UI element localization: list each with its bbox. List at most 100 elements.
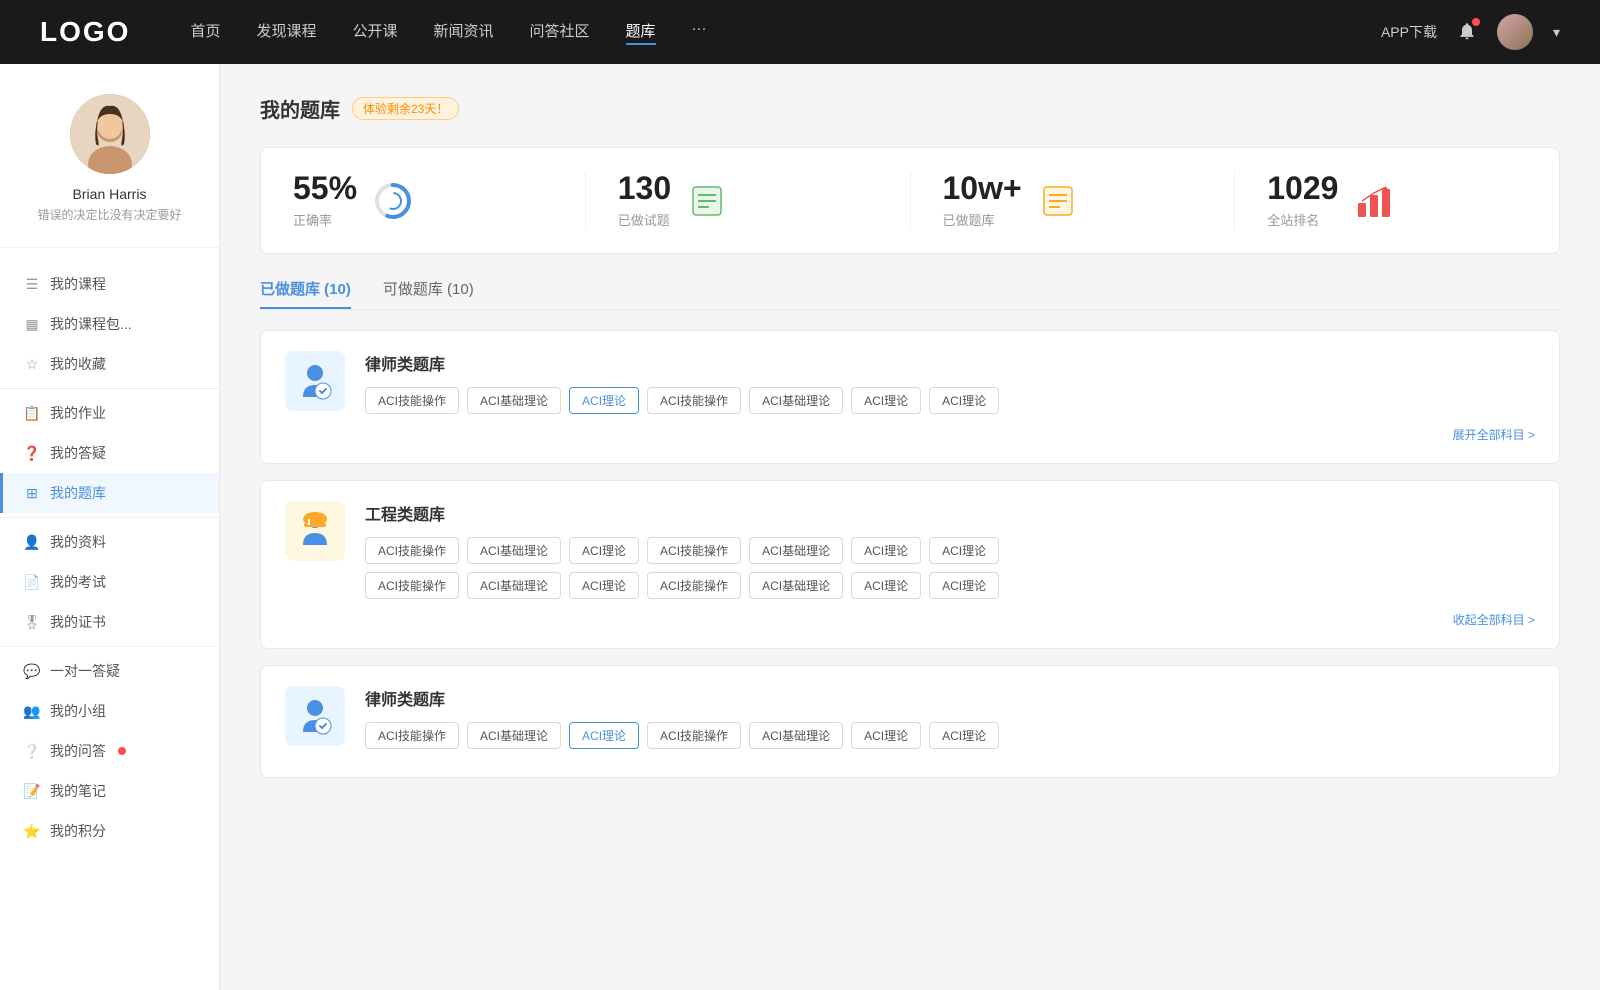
expand-link-engineer[interactable]: 收起全部科目 > bbox=[365, 607, 1535, 628]
qbank-title-lawyer-1: 律师类题库 bbox=[365, 351, 1535, 375]
tags-row-lawyer-1: ACI技能操作 ACI基础理论 ACI理论 ACI技能操作 ACI基础理论 AC… bbox=[365, 387, 1535, 414]
stat-banks-done: 10w+ 已做题库 bbox=[911, 172, 1236, 229]
stat-icon-banks bbox=[1038, 181, 1078, 221]
sidebar-divider-3 bbox=[0, 646, 219, 647]
sidebar-item-label: 我的资料 bbox=[50, 532, 106, 552]
tag[interactable]: ACI基础理论 bbox=[467, 722, 561, 749]
nav-discover[interactable]: 发现课程 bbox=[256, 20, 316, 45]
score-icon: ⭐ bbox=[24, 823, 40, 839]
user-avatar[interactable] bbox=[1497, 14, 1533, 50]
sidebar-item-certificate[interactable]: 🎖 我的证书 bbox=[0, 602, 219, 642]
nav-home[interactable]: 首页 bbox=[190, 20, 220, 45]
tag[interactable]: ACI基础理论 bbox=[467, 387, 561, 414]
tag[interactable]: ACI理论 bbox=[929, 572, 999, 599]
sidebar-item-label: 我的作业 bbox=[50, 403, 106, 423]
nav-open-course[interactable]: 公开课 bbox=[352, 20, 397, 45]
sidebar-item-qbank[interactable]: ⊞ 我的题库 bbox=[0, 473, 219, 513]
nav-qa[interactable]: 问答社区 bbox=[530, 20, 590, 45]
stat-label-questions: 已做试题 bbox=[618, 210, 671, 229]
notification-bell[interactable] bbox=[1457, 21, 1477, 44]
cert-icon: 🎖 bbox=[24, 614, 40, 630]
tag[interactable]: ACI理论 bbox=[929, 387, 999, 414]
tag[interactable]: ACI基础理论 bbox=[467, 537, 561, 564]
qbank-title-engineer: 工程类题库 bbox=[365, 501, 1535, 525]
sidebar-item-my-course[interactable]: ☰ 我的课程 bbox=[0, 264, 219, 304]
qbank-title-lawyer-2: 律师类题库 bbox=[365, 686, 1535, 710]
tag[interactable]: ACI理论 bbox=[851, 537, 921, 564]
sidebar-divider-1 bbox=[0, 388, 219, 389]
tag[interactable]: ACI理论 bbox=[851, 722, 921, 749]
sidebar-item-exam[interactable]: 📄 我的考试 bbox=[0, 562, 219, 602]
grid-icon: ⊞ bbox=[24, 485, 40, 501]
tag[interactable]: ACI技能操作 bbox=[647, 387, 741, 414]
tag[interactable]: ACI技能操作 bbox=[365, 572, 459, 599]
qbank-icon-lawyer bbox=[285, 351, 345, 411]
sidebar-item-my-data[interactable]: 👤 我的资料 bbox=[0, 522, 219, 562]
tag[interactable]: ACI理论 bbox=[851, 572, 921, 599]
user-dropdown-arrow[interactable]: ▾ bbox=[1553, 24, 1560, 41]
sidebar: Brian Harris 错误的决定比没有决定要好 ☰ 我的课程 ▦ 我的课程包… bbox=[0, 64, 220, 990]
sidebar-item-notes[interactable]: 📝 我的笔记 bbox=[0, 771, 219, 811]
people-icon: 👤 bbox=[24, 534, 40, 550]
tag[interactable]: ACI理论 bbox=[569, 537, 639, 564]
qa-icon: ❔ bbox=[24, 743, 40, 759]
expand-link-lawyer-1[interactable]: 展开全部科目 > bbox=[365, 422, 1535, 443]
tag[interactable]: ACI基础理论 bbox=[749, 572, 843, 599]
sidebar-item-my-qa[interactable]: ❔ 我的问答 bbox=[0, 731, 219, 771]
sidebar-item-homework[interactable]: 📋 我的作业 bbox=[0, 393, 219, 433]
tag[interactable]: ACI理论 bbox=[851, 387, 921, 414]
app-download-link[interactable]: APP下载 bbox=[1381, 22, 1437, 42]
sidebar-item-label: 我的答疑 bbox=[50, 443, 106, 463]
sidebar-item-course-package[interactable]: ▦ 我的课程包... bbox=[0, 304, 219, 344]
group-icon: 👥 bbox=[24, 703, 40, 719]
main-content: 我的题库 体验剩余23天！ 55% 正确率 bbox=[220, 64, 1600, 990]
sidebar-item-label: 我的课程包... bbox=[50, 314, 132, 334]
stat-ranking: 1029 全站排名 bbox=[1235, 172, 1559, 229]
nav-more[interactable]: ··· bbox=[692, 20, 707, 45]
sidebar-item-label: 我的课程 bbox=[50, 274, 106, 294]
sidebar-item-label: 我的笔记 bbox=[50, 781, 106, 801]
tag[interactable]: ACI技能操作 bbox=[647, 722, 741, 749]
sidebar-avatar bbox=[70, 94, 150, 174]
note-icon: 📝 bbox=[24, 783, 40, 799]
file2-icon: 📄 bbox=[24, 574, 40, 590]
tag[interactable]: ACI基础理论 bbox=[467, 572, 561, 599]
sidebar-item-answer-questions[interactable]: ❓ 我的答疑 bbox=[0, 433, 219, 473]
nav-news[interactable]: 新闻资讯 bbox=[434, 20, 494, 45]
tags-row-engineer-1: ACI技能操作 ACI基础理论 ACI理论 ACI技能操作 ACI基础理论 AC… bbox=[365, 537, 1535, 564]
file-icon: ☰ bbox=[24, 276, 40, 292]
stat-questions-done: 130 已做试题 bbox=[586, 172, 911, 229]
doc-icon: 📋 bbox=[24, 405, 40, 421]
tags-row-engineer-2: ACI技能操作 ACI基础理论 ACI理论 ACI技能操作 ACI基础理论 AC… bbox=[365, 572, 1535, 599]
tag[interactable]: ACI技能操作 bbox=[365, 387, 459, 414]
logo: LOGO bbox=[40, 16, 130, 48]
sidebar-item-my-group[interactable]: 👥 我的小组 bbox=[0, 691, 219, 731]
sidebar-item-label: 一对一答疑 bbox=[50, 661, 120, 681]
bar-icon: ▦ bbox=[24, 316, 40, 332]
tag[interactable]: ACI基础理论 bbox=[749, 387, 843, 414]
tag[interactable]: ACI理论 bbox=[929, 722, 999, 749]
tag[interactable]: ACI技能操作 bbox=[647, 572, 741, 599]
sidebar-item-favorites[interactable]: ☆ 我的收藏 bbox=[0, 344, 219, 384]
tag[interactable]: ACI技能操作 bbox=[365, 722, 459, 749]
tabs-row: 已做题库 (10) 可做题库 (10) bbox=[260, 278, 1560, 310]
stat-label-banks: 已做题库 bbox=[943, 210, 1022, 229]
stat-icon-questions bbox=[687, 181, 727, 221]
tag[interactable]: ACI理论 bbox=[929, 537, 999, 564]
tab-done[interactable]: 已做题库 (10) bbox=[260, 278, 351, 309]
tag[interactable]: ACI理论 bbox=[569, 572, 639, 599]
tag[interactable]: ACI基础理论 bbox=[749, 537, 843, 564]
sidebar-item-one-on-one[interactable]: 💬 一对一答疑 bbox=[0, 651, 219, 691]
tag[interactable]: ACI基础理论 bbox=[749, 722, 843, 749]
tag-active[interactable]: ACI理论 bbox=[569, 387, 639, 414]
navbar-right: APP下载 ▾ bbox=[1381, 14, 1560, 50]
sidebar-item-label: 我的问答 bbox=[50, 741, 106, 761]
nav-qbank[interactable]: 题库 bbox=[626, 20, 656, 45]
tag[interactable]: ACI技能操作 bbox=[365, 537, 459, 564]
tag[interactable]: ACI技能操作 bbox=[647, 537, 741, 564]
nav-menu: 首页 发现课程 公开课 新闻资讯 问答社区 题库 ··· bbox=[190, 20, 1381, 45]
tag-active[interactable]: ACI理论 bbox=[569, 722, 639, 749]
sidebar-item-points[interactable]: ⭐ 我的积分 bbox=[0, 811, 219, 851]
tab-available[interactable]: 可做题库 (10) bbox=[383, 278, 474, 309]
page-title: 我的题库 bbox=[260, 94, 340, 123]
